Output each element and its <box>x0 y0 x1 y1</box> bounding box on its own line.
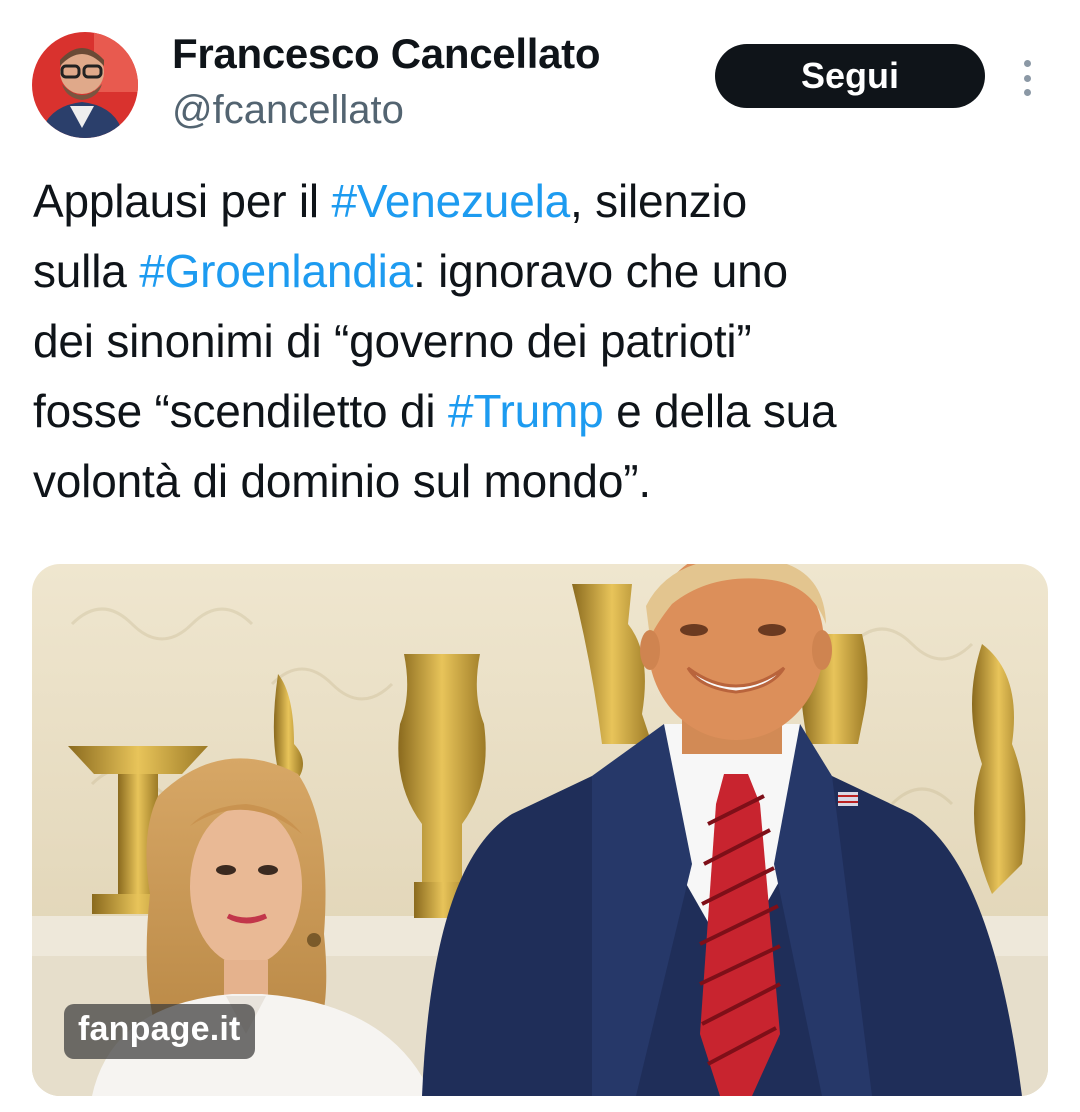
tweet-text-line: volontà di dominio sul mondo”. <box>33 446 1053 516</box>
tweet-text-segment: dei sinonimi di “governo dei patrioti” <box>33 315 752 367</box>
tweet-text-segment: , silenzio <box>569 175 747 227</box>
hashtag-link[interactable]: #Trump <box>448 385 604 437</box>
author-handle[interactable]: @fcancellato <box>172 88 404 133</box>
author-name[interactable]: Francesco Cancellato <box>172 30 600 78</box>
tweet-text-segment: fosse “scendiletto di <box>33 385 448 437</box>
tweet-text: Applausi per il #Venezuela, silenzio sull… <box>33 166 1053 516</box>
tweet-text-segment: sulla <box>33 245 140 297</box>
tweet-text-segment: volontà di dominio sul mondo”. <box>33 455 651 507</box>
tweet-text-line: sulla #Groenlandia: ignoravo che uno <box>33 236 1053 306</box>
hashtag-link[interactable]: #Venezuela <box>332 175 571 227</box>
hashtag-link[interactable]: #Groenlandia <box>139 245 413 297</box>
tweet-text-line: Applausi per il #Venezuela, silenzio <box>33 166 1053 236</box>
tweet-text-segment: Applausi per il <box>33 175 332 227</box>
tweet-text-segment: e della sua <box>603 385 837 437</box>
tweet-text-segment: : ignoravo che uno <box>413 245 788 297</box>
tweet: Francesco Cancellato @fcancellato Segui … <box>0 0 1080 1112</box>
follow-button[interactable]: Segui <box>715 44 985 108</box>
tweet-text-line: dei sinonimi di “governo dei patrioti” <box>33 306 1053 376</box>
more-vertical-icon[interactable] <box>1010 56 1044 100</box>
media-watermark: fanpage.it <box>64 1004 255 1059</box>
tweet-media-photo[interactable]: fanpage.it <box>32 564 1048 1096</box>
avatar[interactable] <box>32 32 138 138</box>
tweet-text-line: fosse “scendiletto di #Trump e della sua <box>33 376 1053 446</box>
